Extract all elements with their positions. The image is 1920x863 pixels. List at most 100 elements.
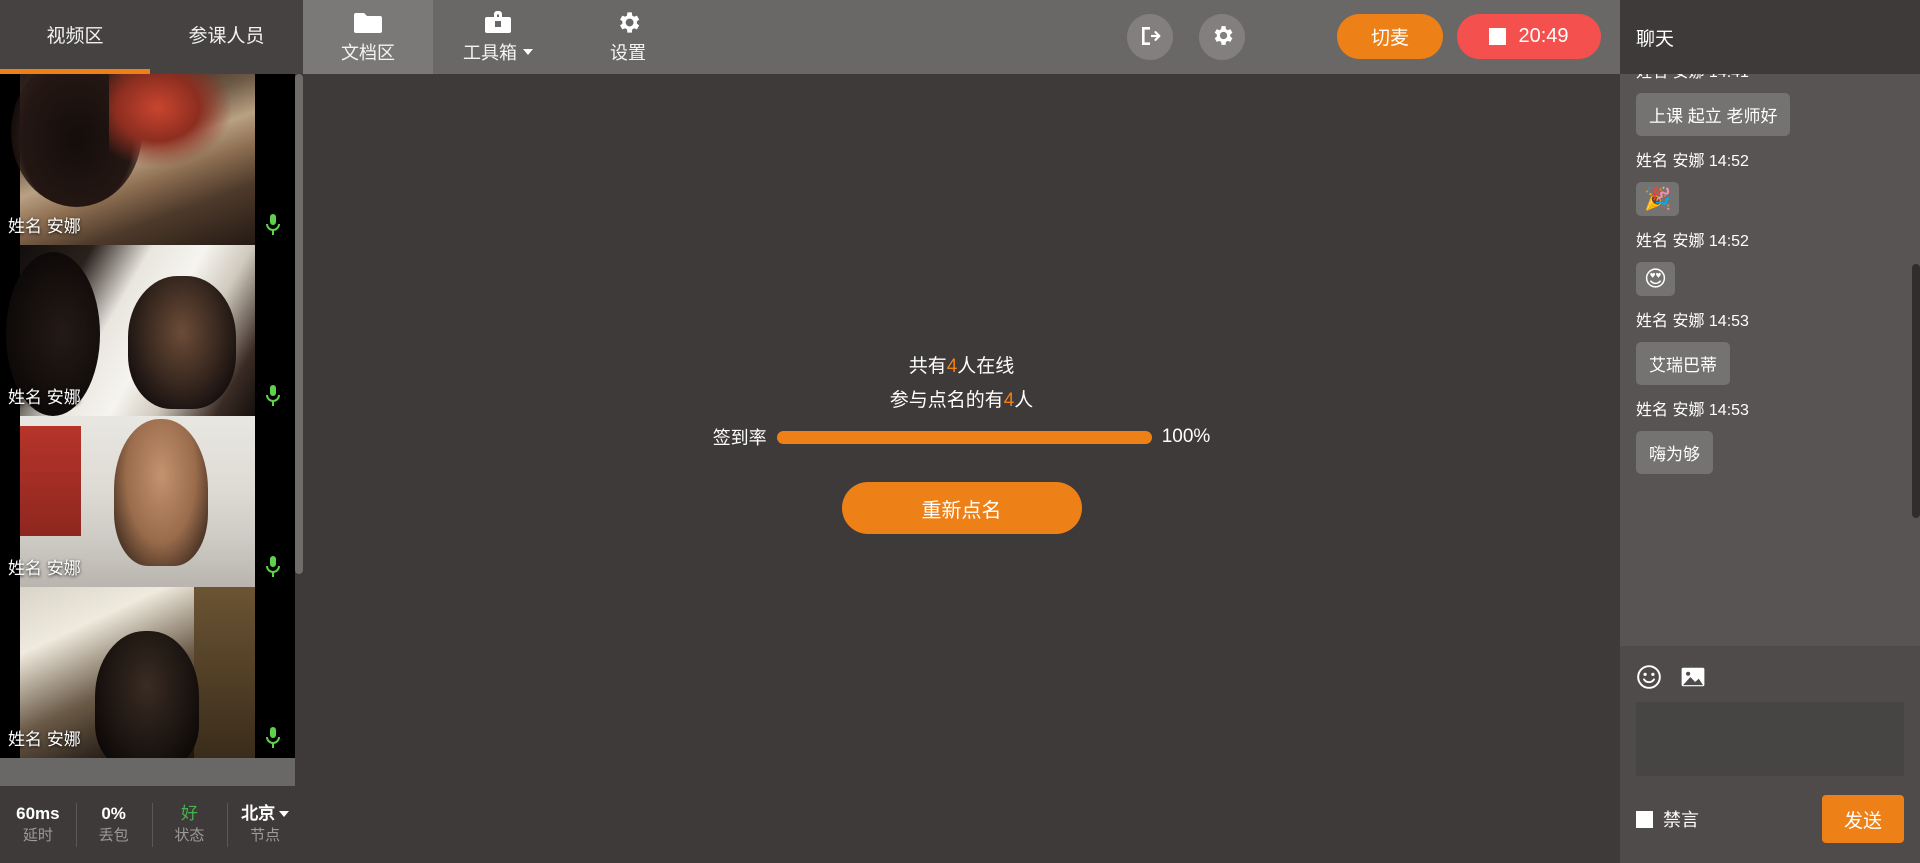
chat-panel: 聊天 姓名 安娜 14:41 上课 起立 老师好 姓名 安娜 14:52 🎉 姓… [1620,0,1920,863]
tab-video-area-label: 视频区 [46,25,104,47]
video-tile-list: 姓名 安娜 姓名 安娜 姓名 安娜 姓名 安娜 [0,74,295,786]
participated-prefix: 参与点名的有 [889,390,1004,411]
status-latency-label: 延时 [22,826,53,844]
video-tile[interactable]: 姓名 安娜 [0,74,295,245]
main-stage: 共有4人在线 参与点名的有4人 签到率 100% 重新点名 [303,74,1620,863]
chat-message-bubble: 嗨为够 [1636,431,1713,474]
chat-message: 姓名 安娜 14:53 嗨为够 [1636,400,1904,474]
participated-count: 4 [1003,390,1015,411]
chat-panel-title: 聊天 [1620,0,1920,74]
meeting-app-window: 视频区 参课人员 姓名 安娜 姓名 安娜 姓名 安娜 姓名 安娜 60ms 延时… [0,0,1920,863]
chat-message: 姓名 安娜 14:52 😍 [1636,231,1904,296]
status-node-row: 北京 [241,803,290,825]
record-timer-button[interactable]: 20:49 [1457,14,1601,59]
chat-scrollbar-thumb[interactable] [1912,264,1920,518]
status-state-label: 状态 [174,826,205,844]
exit-icon [1138,24,1162,51]
microphone-icon[interactable] [265,726,281,750]
signin-rate-label: 签到率 [712,428,767,448]
chat-message-bubble: 艾瑞巴蒂 [1636,342,1730,385]
online-prefix: 共有 [908,356,947,377]
network-status-bar: 60ms 延时 0% 丢包 好 状态 北京 节点 [0,786,303,863]
chevron-down-icon [279,810,290,817]
signin-rate-progress-fill [776,430,1152,444]
toolbar-item-toolbox[interactable]: 工具箱 [433,0,563,74]
signin-rate-value: 100% [1161,426,1211,447]
toolbar-item-documents[interactable]: 文档区 [303,0,433,74]
stop-square-icon [1489,28,1507,45]
chat-message-meta: 姓名 安娜 14:53 [1636,313,1749,330]
status-node-value: 北京 [241,803,276,823]
video-tile-name: 姓名 安娜 [8,388,81,407]
tab-video-area[interactable]: 视频区 [0,0,150,74]
chat-message-bubble: 😍 [1636,262,1675,296]
video-tile-name: 姓名 安娜 [8,217,81,236]
participated-count-line: 参与点名的有4人 [890,384,1034,418]
chat-message-list[interactable]: 姓名 安娜 14:41 上课 起立 老师好 姓名 安娜 14:52 🎉 姓名 安… [1620,74,1920,646]
toolbar-item-settings[interactable]: 设置 [563,0,693,74]
chat-message-meta: 姓名 安娜 14:53 [1636,402,1749,419]
status-packet-loss-value: 0% [101,803,126,823]
status-state: 好 状态 [151,801,228,849]
left-panel: 视频区 参课人员 姓名 安娜 姓名 安娜 姓名 安娜 姓名 安娜 60ms 延时… [0,0,303,863]
mute-all-label: 禁言 [1663,810,1699,830]
left-panel-tabs: 视频区 参课人员 [0,0,303,74]
smiley-icon[interactable] [1636,664,1662,690]
chat-message-meta: 姓名 安娜 14:52 [1636,153,1749,170]
compose-icon-row [1636,660,1904,694]
top-toolbar: 文档区 工具箱 设置 切麦 20:49 [303,0,1620,74]
record-time-label: 20:49 [1518,25,1569,47]
toolbar-item-settings-label: 设置 [610,43,646,63]
video-list-scrollbar-thumb[interactable] [295,74,303,574]
video-list-scrollbar[interactable] [295,74,303,786]
chat-message: 姓名 安娜 14:52 🎉 [1636,151,1904,216]
chat-compose-area: 禁言 发送 [1620,646,1920,863]
send-button[interactable]: 发送 [1822,795,1904,843]
settings-button[interactable] [1199,14,1245,60]
mute-all-toggle[interactable]: 禁言 [1636,806,1699,832]
chat-message: 姓名 安娜 14:41 上课 起立 老师好 [1636,74,1904,136]
online-count: 4 [946,356,958,377]
gear-icon [1210,23,1235,51]
video-tile[interactable]: 姓名 安娜 [0,416,295,587]
tab-participants-label: 参课人员 [188,25,265,47]
participated-suffix: 人 [1014,390,1034,411]
chevron-down-icon [523,49,533,55]
chat-scrollbar[interactable] [1912,74,1920,646]
compose-bottom-row: 禁言 发送 [1636,795,1904,843]
status-packet-loss: 0% 丢包 [75,801,152,849]
chat-message-bubble: 🎉 [1636,182,1680,216]
toolbar-item-documents-label: 文档区 [341,43,395,63]
toolbox-text: 工具箱 [463,43,517,63]
status-node-selector[interactable]: 北京 节点 [227,801,303,849]
mute-all-checkbox[interactable] [1636,810,1653,828]
video-tile-name: 姓名 安娜 [8,730,81,749]
online-count-line: 共有4人在线 [909,350,1015,384]
microphone-icon[interactable] [265,213,281,237]
gear-icon [615,9,642,36]
chat-message-meta: 姓名 安娜 14:52 [1636,233,1749,250]
status-latency: 60ms 延时 [0,801,76,849]
status-state-value: 好 [180,803,198,823]
chat-message-bubble: 上课 起立 老师好 [1636,93,1791,136]
toolbar-item-toolbox-label: 工具箱 [463,39,533,65]
chat-input[interactable] [1636,702,1904,776]
folder-icon [353,9,383,36]
image-icon[interactable] [1680,664,1706,690]
chat-message-meta: 姓名 安娜 14:41 [1636,74,1904,84]
toolbox-icon [484,9,512,36]
signin-rate-row: 签到率 100% [713,424,1211,450]
video-tile[interactable]: 姓名 安娜 [0,245,295,416]
tab-participants[interactable]: 参课人员 [150,0,303,74]
mute-toggle-button[interactable]: 切麦 [1337,14,1443,59]
status-packet-loss-label: 丢包 [98,826,129,844]
video-tile[interactable]: 姓名 安娜 [0,587,295,758]
rollcall-panel: 共有4人在线 参与点名的有4人 签到率 100% 重新点名 [303,350,1620,534]
restart-rollcall-button[interactable]: 重新点名 [841,482,1082,534]
status-latency-value: 60ms [16,803,60,823]
status-node-label: 节点 [250,826,281,844]
exit-button[interactable] [1127,14,1173,60]
video-tile-name: 姓名 安娜 [8,559,81,578]
microphone-icon[interactable] [265,384,281,408]
microphone-icon[interactable] [265,555,281,579]
